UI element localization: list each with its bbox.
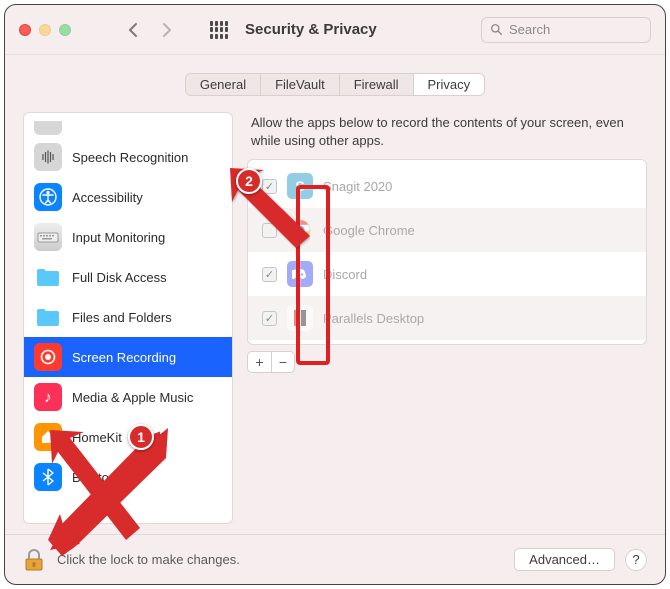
mic-icon: [34, 143, 62, 171]
discord-icon: [287, 261, 313, 287]
sidebar-item-label: Full Disk Access: [72, 270, 167, 285]
app-row-discord[interactable]: ✓ Discord: [248, 252, 646, 296]
checkbox-discord[interactable]: ✓: [262, 267, 277, 282]
record-icon: [34, 343, 62, 371]
sidebar-item-label: Media & Apple Music: [72, 390, 193, 405]
sidebar-item-bluetooth[interactable]: Bluetooth: [24, 457, 232, 497]
parallels-icon: [287, 305, 313, 331]
sidebar-item-speech[interactable]: Speech Recognition: [24, 137, 232, 177]
sidebar-item-media-music[interactable]: ♪ Media & Apple Music: [24, 377, 232, 417]
app-row-snagit[interactable]: ✓ S Snagit 2020: [248, 164, 646, 208]
minimize-dot[interactable]: [39, 24, 51, 36]
sidebar-item-label: Screen Recording: [72, 350, 176, 365]
apps-grid-icon[interactable]: [207, 18, 231, 42]
sidebar-item-label: Bluetooth: [72, 470, 127, 485]
search-field[interactable]: Search: [481, 17, 651, 43]
content-panes: Speech Recognition Accessibility Input M…: [5, 104, 665, 534]
forward-button[interactable]: [155, 18, 179, 42]
traffic-lights: [19, 24, 71, 36]
app-name: Snagit 2020: [323, 179, 392, 194]
checkbox-snagit[interactable]: ✓: [262, 179, 277, 194]
app-row-parallels[interactable]: ✓ Parallels Desktop: [248, 296, 646, 340]
sidebar-item-label: Files and Folders: [72, 310, 172, 325]
app-list: ✓ S Snagit 2020 Google Chrome ✓ D: [247, 159, 647, 345]
close-dot[interactable]: [19, 24, 31, 36]
help-button[interactable]: ?: [625, 549, 647, 571]
checkbox-parallels[interactable]: ✓: [262, 311, 277, 326]
advanced-button[interactable]: Advanced…: [514, 548, 615, 571]
search-placeholder: Search: [509, 22, 550, 37]
checkbox-chrome[interactable]: [262, 223, 277, 238]
app-name: Discord: [323, 267, 367, 282]
right-pane: Allow the apps below to record the conte…: [247, 112, 647, 524]
sidebar-item-files-folders[interactable]: Files and Folders: [24, 297, 232, 337]
add-remove-segmented: + −: [247, 351, 647, 373]
folder-icon: [34, 303, 62, 331]
window: Security & Privacy Search General FileVa…: [4, 4, 666, 585]
sidebar-item-label: Input Monitoring: [72, 230, 165, 245]
sidebar-item-placeholder[interactable]: [24, 119, 232, 137]
placeholder-icon: [34, 121, 62, 135]
tabs-row: General FileVault Firewall Privacy: [5, 55, 665, 104]
tab-firewall[interactable]: Firewall: [340, 74, 414, 95]
sidebar-item-homekit[interactable]: HomeKit: [24, 417, 232, 457]
tab-general[interactable]: General: [186, 74, 261, 95]
sidebar-item-label: Speech Recognition: [72, 150, 188, 165]
sidebar-item-accessibility[interactable]: Accessibility: [24, 177, 232, 217]
tabs: General FileVault Firewall Privacy: [185, 73, 485, 96]
toolbar: Security & Privacy Search: [5, 5, 665, 55]
tab-filevault[interactable]: FileVault: [261, 74, 340, 95]
app-name: Parallels Desktop: [323, 311, 424, 326]
chrome-icon: [287, 217, 313, 243]
snagit-icon: S: [287, 173, 313, 199]
window-title: Security & Privacy: [245, 21, 377, 38]
bluetooth-icon: [34, 463, 62, 491]
footer: Click the lock to make changes. Advanced…: [5, 534, 665, 584]
app-name: Google Chrome: [323, 223, 415, 238]
zoom-dot[interactable]: [59, 24, 71, 36]
search-icon: [490, 23, 503, 36]
back-button[interactable]: [121, 18, 145, 42]
sidebar-item-label: Accessibility: [72, 190, 143, 205]
lock-icon[interactable]: [23, 548, 47, 572]
app-row-chrome[interactable]: Google Chrome: [248, 208, 646, 252]
lock-text: Click the lock to make changes.: [57, 552, 240, 567]
remove-button[interactable]: −: [271, 351, 295, 373]
home-icon: [34, 423, 62, 451]
sidebar-item-input-monitoring[interactable]: Input Monitoring: [24, 217, 232, 257]
folder-icon: [34, 263, 62, 291]
sidebar-item-screen-recording[interactable]: Screen Recording: [24, 337, 232, 377]
keyboard-icon: [34, 223, 62, 251]
add-button[interactable]: +: [247, 351, 271, 373]
tab-privacy[interactable]: Privacy: [414, 74, 485, 95]
sidebar: Speech Recognition Accessibility Input M…: [23, 112, 233, 524]
music-icon: ♪: [34, 383, 62, 411]
description-text: Allow the apps below to record the conte…: [247, 112, 647, 159]
sidebar-item-label: HomeKit: [72, 430, 122, 445]
accessibility-icon: [34, 183, 62, 211]
sidebar-item-full-disk[interactable]: Full Disk Access: [24, 257, 232, 297]
